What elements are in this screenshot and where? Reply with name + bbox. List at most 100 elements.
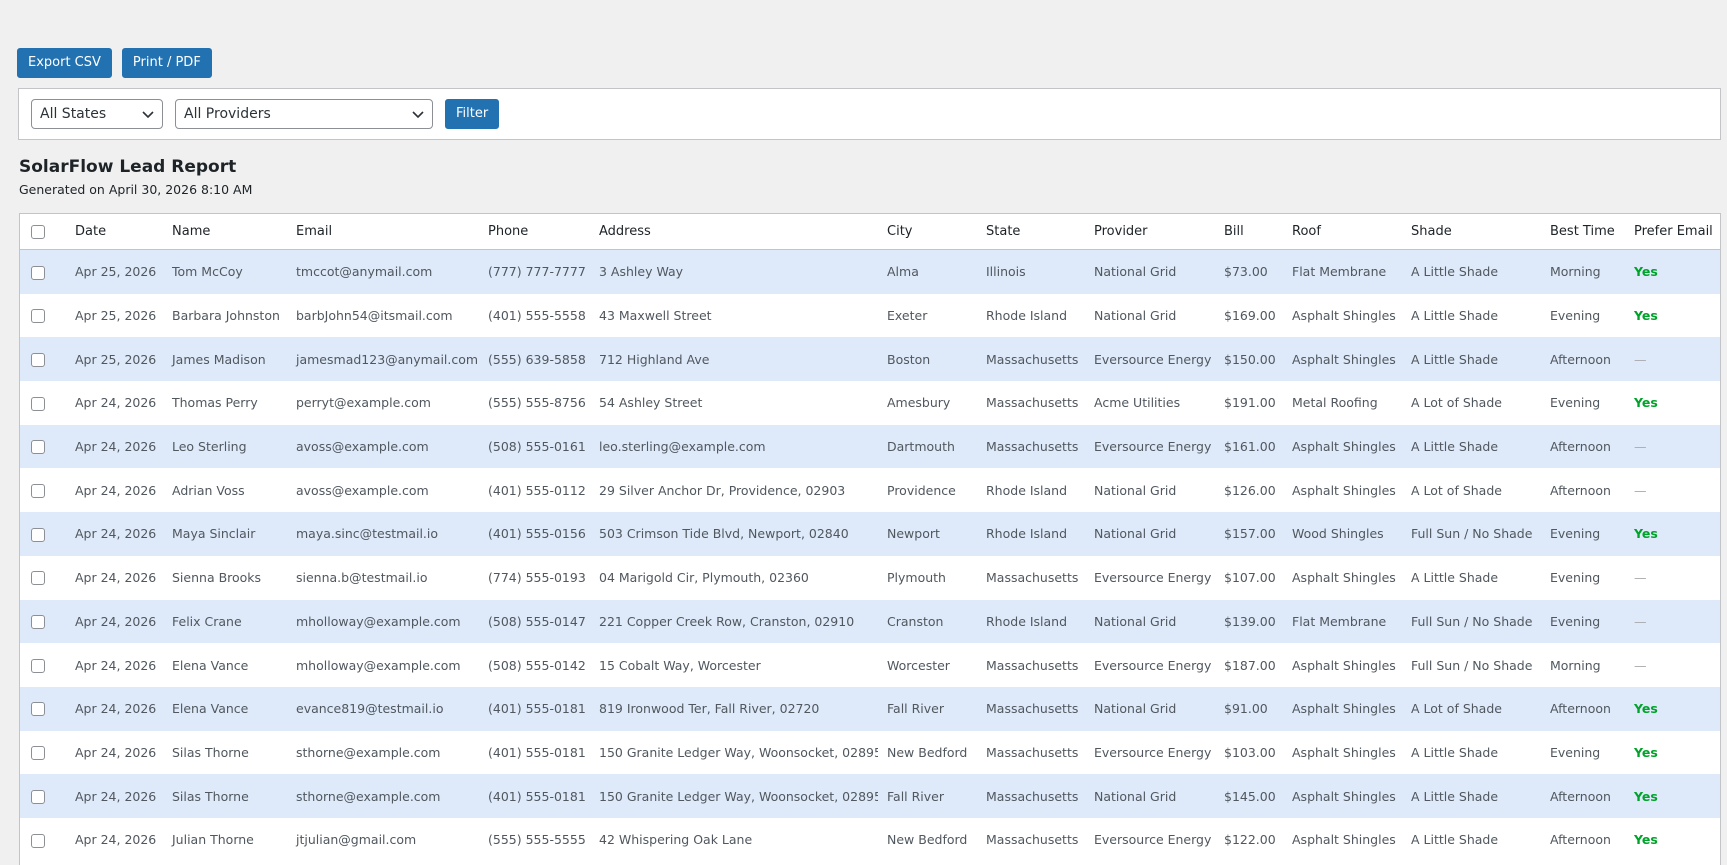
row-select-cell	[20, 643, 66, 687]
table-row: Apr 24, 2026 Adrian Voss avoss@example.com…	[20, 468, 1720, 513]
cell-state: Rhode Island	[977, 599, 1085, 644]
cell-email: jamesmad123@anymail.com	[287, 337, 479, 382]
cell-city: Fall River	[878, 774, 977, 818]
cell-bill: $145.00	[1215, 774, 1283, 818]
cell-address: 503 Crimson Tide Blvd, Newport, 02840	[590, 512, 878, 556]
cell-state: Rhode Island	[977, 512, 1085, 556]
select-all-checkbox[interactable]	[31, 224, 45, 239]
cell-state: Massachusetts	[977, 817, 1085, 862]
cell-state: Illinois	[977, 249, 1085, 294]
cell-prefer-email: —	[1625, 555, 1720, 600]
cell-shade: A Lot of Shade	[1402, 468, 1541, 513]
print-pdf-button[interactable]: Print / PDF	[121, 48, 212, 78]
row-checkbox[interactable]	[31, 789, 45, 804]
row-checkbox[interactable]	[31, 396, 45, 411]
row-checkbox[interactable]	[31, 571, 45, 586]
row-checkbox[interactable]	[31, 309, 45, 324]
cell-shade: A Little Shade	[1402, 555, 1541, 600]
cell-provider: National Grid	[1085, 293, 1215, 338]
report-generated-date: Generated on April 30, 2026 8:10 AM	[19, 182, 253, 197]
cell-provider: National Grid	[1085, 686, 1215, 731]
cell-date: Apr 24, 2026	[66, 774, 163, 818]
state-filter-value: All States	[40, 106, 107, 122]
cell-prefer-email: Yes	[1625, 249, 1720, 294]
row-checkbox[interactable]	[31, 265, 45, 280]
row-checkbox[interactable]	[31, 352, 45, 367]
cell-address: 221 Copper Creek Row, Cranston, 02910	[590, 599, 878, 644]
cell-state: Rhode Island	[977, 468, 1085, 513]
row-select-cell	[20, 686, 66, 731]
row-select-cell	[20, 555, 66, 600]
cell-phone: (555) 555-8756	[479, 381, 590, 425]
cell-address: 54 Ashley Street	[590, 381, 878, 425]
cell-roof: Asphalt Shingles	[1283, 643, 1402, 687]
cell-shade: A Little Shade	[1402, 337, 1541, 382]
cell-date: Apr 24, 2026	[66, 817, 163, 862]
row-select-cell	[20, 293, 66, 338]
row-select-cell	[20, 599, 66, 644]
cell-state: Massachusetts	[977, 686, 1085, 731]
cell-best-time: Evening	[1541, 555, 1625, 600]
cell-provider: Eversource Energy	[1085, 817, 1215, 862]
cell-name: Maya Sinclair	[163, 512, 287, 556]
cell-state: Massachusetts	[977, 381, 1085, 425]
cell-phone: (401) 555-0181	[479, 774, 590, 818]
cell-shade: A Little Shade	[1402, 249, 1541, 294]
row-checkbox[interactable]	[31, 527, 45, 542]
cell-best-time: Morning	[1541, 643, 1625, 687]
cell-state: Massachusetts	[977, 337, 1085, 382]
cell-roof: Wood Shingles	[1283, 512, 1402, 556]
cell-state: Massachusetts	[977, 774, 1085, 818]
cell-email: sienna.b@testmail.io	[287, 555, 479, 600]
cell-prefer-email: —	[1625, 643, 1720, 687]
row-select-cell	[20, 774, 66, 818]
lead-report-page: Export CSV Print / PDF All States All Pr…	[0, 0, 1727, 865]
cell-address: 150 Granite Ledger Way, Woonsocket, 0289…	[590, 730, 878, 775]
cell-address: 3 Ashley Way	[590, 249, 878, 294]
cell-city: Fall River	[878, 686, 977, 731]
table-header-row: Date Name Email Phone Address City State Provid…	[20, 214, 1720, 250]
cell-address: 29 Silver Anchor Dr, Providence, 02903	[590, 468, 878, 513]
cell-roof: Asphalt Shingles	[1283, 468, 1402, 513]
row-select-cell	[20, 337, 66, 382]
cell-date: Apr 25, 2026	[66, 249, 163, 294]
cell-city: New Bedford	[878, 817, 977, 862]
cell-phone: (508) 555-0147	[479, 599, 590, 644]
cell-city: Exeter	[878, 293, 977, 338]
row-checkbox[interactable]	[31, 702, 45, 717]
cell-roof: Asphalt Shingles	[1283, 337, 1402, 382]
cell-phone: (401) 555-5558	[479, 293, 590, 338]
cell-phone: (774) 555-0193	[479, 555, 590, 600]
cell-phone: (555) 639-5858	[479, 337, 590, 382]
cell-best-time: Afternoon	[1541, 468, 1625, 513]
provider-filter-select[interactable]: All Providers	[175, 99, 433, 129]
cell-address: 04 Marigold Cir, Plymouth, 02360	[590, 555, 878, 600]
leads-table-container: Date Name Email Phone Address City State Provid…	[19, 213, 1721, 865]
cell-roof: Flat Membrane	[1283, 249, 1402, 294]
row-checkbox[interactable]	[31, 615, 45, 630]
filter-button[interactable]: Filter	[445, 99, 500, 129]
cell-email: sthorne@example.com	[287, 730, 479, 775]
cell-phone: (508) 555-0161	[479, 424, 590, 469]
row-checkbox[interactable]	[31, 746, 45, 761]
cell-name: Elena Vance	[163, 643, 287, 687]
cell-address: 819 Ironwood Ter, Fall River, 02720	[590, 686, 878, 731]
cell-best-time: Afternoon	[1541, 686, 1625, 731]
cell-roof: Asphalt Shingles	[1283, 686, 1402, 731]
cell-name: James Madison	[163, 337, 287, 382]
state-filter-select[interactable]: All States	[31, 99, 163, 129]
export-csv-button[interactable]: Export CSV	[17, 48, 112, 78]
cell-email: jtjulian@gmail.com	[287, 817, 479, 862]
row-checkbox[interactable]	[31, 833, 45, 848]
cell-best-time: Evening	[1541, 512, 1625, 556]
cell-prefer-email: Yes	[1625, 686, 1720, 731]
table-row: Apr 24, 2026 Elena Vance evance819@testmai…	[20, 686, 1720, 731]
cell-name: Elena Vance	[163, 686, 287, 731]
cell-name: Leo Sterling	[163, 424, 287, 469]
cell-city: Worcester	[878, 643, 977, 687]
cell-email: perryt@example.com	[287, 381, 479, 425]
row-checkbox[interactable]	[31, 440, 45, 455]
row-checkbox[interactable]	[31, 484, 45, 499]
row-select-cell	[20, 424, 66, 469]
row-checkbox[interactable]	[31, 658, 45, 673]
